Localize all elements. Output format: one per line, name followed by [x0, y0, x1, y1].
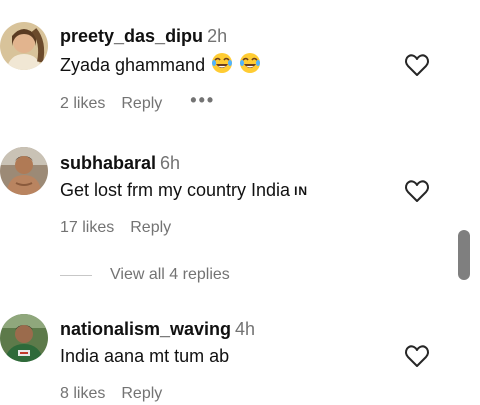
scrollbar-thumb[interactable] — [458, 230, 470, 280]
comments-panel: preety_das_dipu 2h Zyada ghammand 2 likes… — [0, 0, 480, 405]
reply-button[interactable]: Reply — [121, 384, 162, 404]
username[interactable]: preety_das_dipu — [60, 26, 203, 46]
replies-divider — [60, 274, 92, 276]
comment-actions: 17 likes Reply — [60, 218, 171, 238]
reply-button[interactable]: Reply — [121, 94, 162, 114]
comment-actions: 2 likes Reply ••• — [60, 90, 215, 114]
avatar[interactable] — [0, 314, 48, 362]
view-replies-label: View all 4 replies — [110, 266, 230, 283]
comment-text: Zyada ghammand — [60, 52, 261, 77]
avatar[interactable] — [0, 147, 48, 195]
view-replies-button[interactable]: View all 4 replies — [60, 266, 230, 288]
like-button[interactable] — [403, 177, 431, 205]
likes-count[interactable]: 8 likes — [60, 384, 105, 404]
more-options-icon[interactable]: ••• — [190, 90, 215, 110]
comment-body: Zyada ghammand — [60, 55, 206, 75]
comment-actions: 8 likes Reply — [60, 384, 162, 404]
likes-count[interactable]: 17 likes — [60, 218, 114, 238]
like-button[interactable] — [403, 342, 431, 370]
comment-text: India aana mt tum ab — [60, 344, 229, 368]
face-with-tears-of-joy-icon — [239, 52, 261, 74]
flag-india-icon: IN — [294, 184, 309, 198]
timestamp: 2h — [207, 26, 228, 46]
comment-body: India aana mt tum ab — [60, 346, 230, 366]
avatar[interactable] — [0, 22, 48, 70]
like-button[interactable] — [403, 51, 431, 79]
username[interactable]: subhabaral — [60, 153, 156, 173]
face-with-tears-of-joy-icon — [211, 52, 233, 74]
heart-outline-icon — [404, 180, 430, 202]
reply-button[interactable]: Reply — [130, 218, 171, 238]
likes-count[interactable]: 2 likes — [60, 94, 105, 114]
timestamp: 4h — [235, 319, 256, 339]
comment-header: nationalism_waving 4h — [60, 318, 255, 340]
heart-outline-icon — [404, 345, 430, 367]
comment-header: subhabaral 6h — [60, 152, 180, 174]
timestamp: 6h — [160, 153, 181, 173]
comment-header: preety_das_dipu 2h — [60, 25, 227, 47]
comment-text: Get lost frm my country India IN — [60, 178, 308, 203]
username[interactable]: nationalism_waving — [60, 319, 231, 339]
comment-body: Get lost frm my country India — [60, 180, 291, 200]
heart-outline-icon — [404, 54, 430, 76]
